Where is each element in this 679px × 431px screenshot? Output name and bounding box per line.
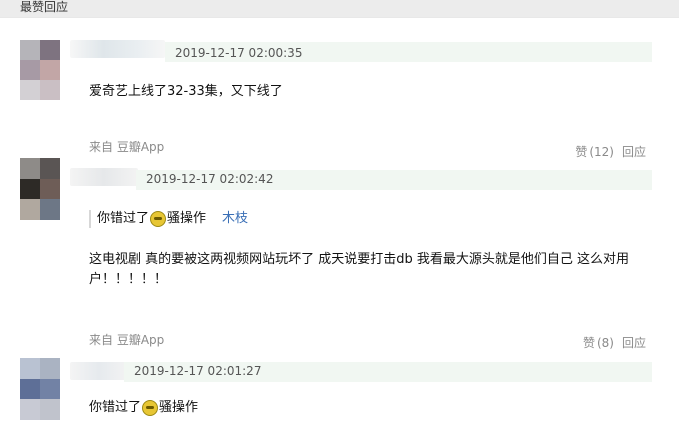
like-count: (12): [589, 145, 614, 159]
comment-timestamp: 2019-12-17 02:01:27: [134, 364, 262, 378]
doge-emoji-icon: [142, 400, 159, 416]
section-header: 最赞回应: [0, 0, 679, 17]
username-blurred[interactable]: [70, 40, 165, 58]
like-button[interactable]: 赞 (8): [583, 336, 614, 350]
comment-source: 来自 豆瓣App: [89, 333, 165, 347]
avatar[interactable]: [20, 358, 60, 420]
comment-text: 这电视剧 真的要被这两视频网站玩坏了 成天说要打击db 我看最大源头就是他们自己…: [89, 252, 630, 287]
comment-item: 2019-12-17 02:02:42 你错过了 骚操作 木枝 这电视剧 真的要…: [0, 158, 679, 358]
text-suffix: 骚操作: [159, 400, 199, 415]
like-count: (8): [596, 336, 614, 350]
like-label: 赞: [582, 336, 595, 350]
reply-button[interactable]: 回应: [622, 336, 646, 350]
doge-emoji-icon: [150, 211, 167, 227]
like-label: 赞: [575, 145, 588, 159]
avatar[interactable]: [20, 40, 60, 100]
avatar[interactable]: [20, 158, 60, 220]
quote-suffix: 骚操作: [167, 211, 207, 226]
comment-timestamp: 2019-12-17 02:00:35: [175, 46, 303, 60]
text-prefix: 你错过了: [89, 400, 142, 415]
username-blurred[interactable]: [70, 168, 138, 186]
comment-actions: 赞 (8) 回应: [583, 336, 646, 350]
section-divider: [0, 17, 679, 18]
quoted-author-link[interactable]: 木枝: [222, 210, 248, 228]
comment-text: 你错过了 骚操作: [89, 398, 198, 418]
quote-prefix: 你错过了: [97, 211, 150, 226]
reply-button[interactable]: 回应: [622, 145, 646, 159]
like-button[interactable]: 赞 (12): [575, 145, 614, 159]
comment-actions: 赞 (12) 回应: [575, 145, 646, 159]
comment-item: 2019-12-17 02:00:35 爱奇艺上线了32-33集，又下线了 来自…: [0, 30, 679, 175]
comment-timestamp: 2019-12-17 02:02:42: [146, 172, 274, 186]
quoted-reply-text: 你错过了 骚操作: [97, 210, 206, 228]
username-blurred[interactable]: [70, 362, 128, 380]
comment-text: 爱奇艺上线了32-33集，又下线了: [89, 84, 283, 99]
quoted-reply: 你错过了 骚操作 木枝: [89, 210, 248, 228]
section-title: 最赞回应: [20, 0, 69, 14]
comment-item: 2019-12-17 02:01:27 你错过了 骚操作: [0, 350, 679, 431]
comment-source: 来自 豆瓣App: [89, 140, 165, 154]
